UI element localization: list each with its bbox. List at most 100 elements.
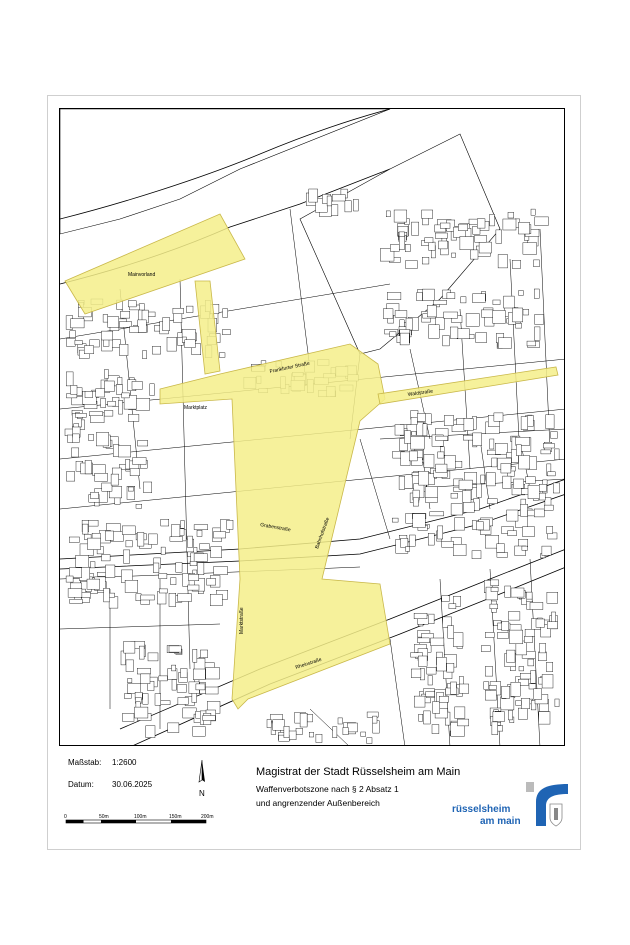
building xyxy=(405,546,410,552)
building xyxy=(393,209,407,223)
building xyxy=(205,686,219,695)
building xyxy=(441,595,450,602)
building xyxy=(81,597,91,603)
building xyxy=(195,683,206,691)
building xyxy=(539,492,546,501)
building xyxy=(82,523,89,535)
building xyxy=(337,717,343,725)
building xyxy=(418,471,429,486)
building xyxy=(66,337,76,347)
building xyxy=(404,430,411,444)
building xyxy=(422,288,435,301)
building xyxy=(513,478,524,489)
building xyxy=(426,667,437,675)
building xyxy=(137,440,149,447)
building xyxy=(160,546,166,555)
building xyxy=(131,381,143,390)
building xyxy=(428,241,436,251)
building xyxy=(545,414,555,429)
label-mainvorland: Mainvorland xyxy=(128,272,155,278)
building xyxy=(95,388,105,398)
building xyxy=(534,326,541,341)
scale-value: 1:2600 xyxy=(112,758,137,767)
building xyxy=(135,593,142,602)
building xyxy=(527,485,541,500)
building xyxy=(507,212,515,219)
building xyxy=(118,445,131,458)
building xyxy=(463,418,474,431)
building xyxy=(424,413,432,426)
building xyxy=(483,681,489,690)
building xyxy=(429,511,444,517)
building xyxy=(87,537,101,550)
building xyxy=(410,436,425,450)
building xyxy=(90,561,96,569)
building xyxy=(498,337,512,349)
building xyxy=(68,536,80,543)
building xyxy=(168,645,182,653)
building xyxy=(64,428,74,437)
building xyxy=(529,602,544,610)
building xyxy=(122,713,135,722)
building xyxy=(124,693,132,699)
building xyxy=(400,451,411,466)
building xyxy=(171,679,177,691)
building xyxy=(218,352,226,358)
building xyxy=(196,530,203,537)
building xyxy=(409,534,416,547)
building xyxy=(222,308,228,318)
label-marktplatz: Marktplatz xyxy=(184,405,208,411)
building xyxy=(500,463,512,474)
building xyxy=(503,295,515,309)
building xyxy=(162,317,170,331)
building xyxy=(492,310,506,324)
building xyxy=(538,711,551,725)
building xyxy=(392,517,399,523)
building xyxy=(127,414,140,422)
building xyxy=(462,490,472,503)
building xyxy=(71,447,80,458)
building xyxy=(446,292,456,299)
map-frame: Mainvorland Frankfurter Straße Marktplat… xyxy=(59,108,565,746)
building xyxy=(515,700,522,706)
building xyxy=(108,596,119,609)
building xyxy=(538,651,547,662)
building xyxy=(125,540,133,548)
building xyxy=(383,308,394,319)
scale-tick-100: 100m xyxy=(134,814,147,820)
building xyxy=(474,234,487,243)
building xyxy=(205,667,220,680)
building xyxy=(184,339,196,348)
building xyxy=(171,524,181,539)
building xyxy=(148,533,158,545)
building xyxy=(65,371,74,387)
building xyxy=(544,504,554,511)
building xyxy=(510,682,521,697)
building xyxy=(435,435,448,441)
building xyxy=(134,706,149,719)
building xyxy=(136,532,145,547)
building xyxy=(75,413,87,418)
building xyxy=(100,398,106,408)
building xyxy=(180,668,188,678)
building xyxy=(75,555,90,568)
label-marktstrasse: Marktstraße xyxy=(239,607,245,634)
building xyxy=(512,260,521,269)
building xyxy=(135,504,142,509)
building xyxy=(491,457,498,468)
building xyxy=(187,584,200,591)
building xyxy=(410,417,418,425)
building xyxy=(360,731,366,737)
building xyxy=(206,578,216,586)
building xyxy=(424,486,438,498)
building xyxy=(539,643,546,654)
building xyxy=(422,423,428,436)
title-line2: und angrenzender Außenbereich xyxy=(256,798,380,808)
building xyxy=(492,299,501,305)
building xyxy=(416,292,423,302)
building xyxy=(535,618,545,628)
scale-tick-150: 150m xyxy=(169,814,182,820)
building xyxy=(493,412,504,422)
building xyxy=(504,585,512,598)
building xyxy=(107,401,116,407)
